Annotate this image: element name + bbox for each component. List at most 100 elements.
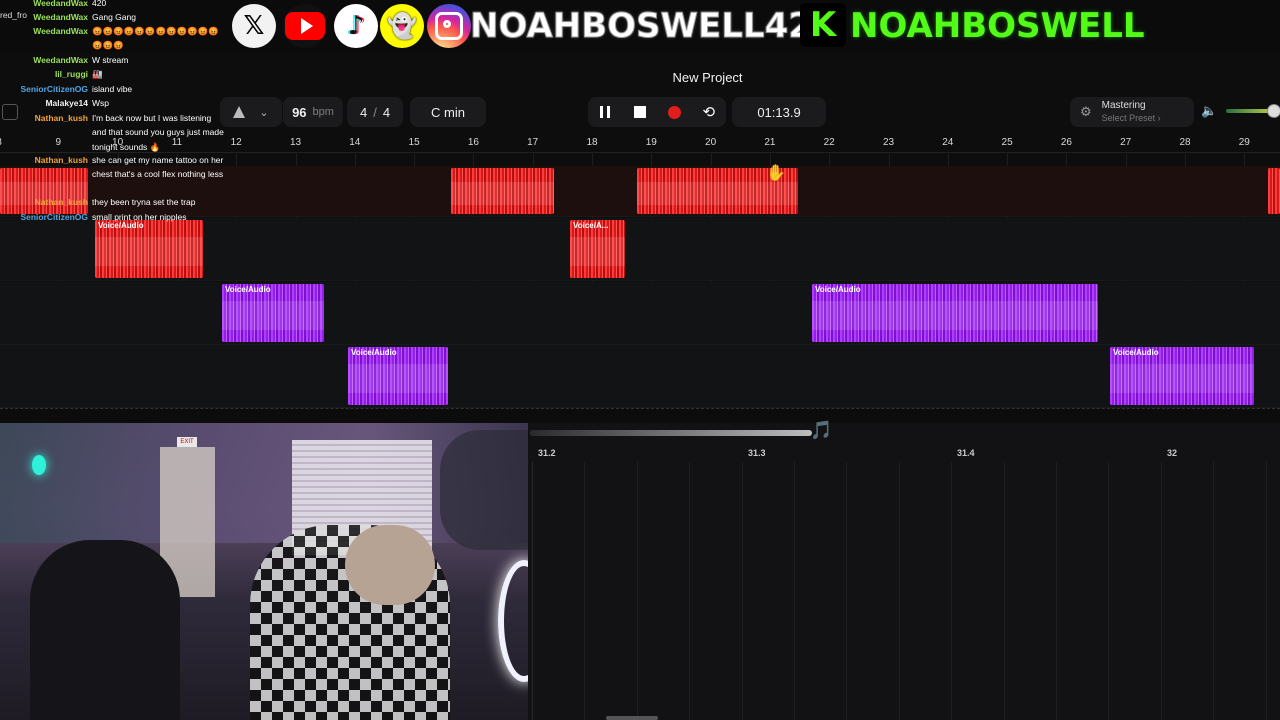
kick-handle: NOAHBOSWELL (850, 6, 1145, 46)
piano-roll-grid-line (1108, 462, 1109, 720)
chat-username[interactable]: SeniorCitizenOG (20, 82, 88, 96)
piano-roll-bar-label: 31.3 (748, 448, 766, 458)
ruler-tick-label: 21 (764, 137, 776, 148)
ruler-tick-label: 24 (942, 137, 954, 148)
piano-roll-bar-label: 31.4 (957, 448, 975, 458)
piano-roll-grid-line (1213, 462, 1214, 720)
time-signature-field[interactable]: 4 / 4 (347, 97, 403, 127)
beat-clip[interactable] (1268, 168, 1280, 214)
voice-audio-clip[interactable]: Voice/Audio (1110, 347, 1254, 405)
instagram-icon (427, 4, 471, 48)
ruler-tick-label: 27 (1120, 137, 1132, 148)
pause-button[interactable] (595, 102, 615, 122)
chat-text: W stream (92, 55, 129, 65)
chat-username[interactable]: Nathan_kush (35, 111, 88, 125)
ruler-tick-label: 17 (527, 137, 539, 148)
kick-icon: K (800, 3, 846, 47)
mastering-icon: ⚙ (1080, 104, 1092, 120)
ruler-tick-label: 14 (349, 137, 361, 148)
mastering-button[interactable]: ⚙ Mastering Select Preset › (1070, 97, 1194, 127)
piano-roll-grid-line (689, 462, 690, 720)
chat-username[interactable]: WeedandWax (33, 24, 88, 38)
key-value: C min (431, 104, 465, 120)
piano-roll-bar-label: 32 (1167, 448, 1178, 458)
hand-cursor-icon: ✋ (766, 163, 786, 182)
voice-audio-clip[interactable]: Voice/Audio (812, 284, 1098, 342)
instagram-handle: NOAHBOSWELL420 (470, 6, 837, 47)
loop-button[interactable]: ⟲ (699, 102, 719, 122)
timeline-divider (0, 408, 1280, 411)
clip-label: Voice/Audio (1113, 348, 1159, 357)
clip-label: Voice/Audio (98, 221, 144, 230)
time-display: 01:13.9 (732, 97, 826, 127)
chat-text: island vibe (92, 84, 133, 94)
piano-roll-grid-line (532, 462, 533, 720)
piano-roll-grid-line (1266, 462, 1267, 720)
chat-text: 420 (92, 0, 107, 8)
piano-roll-grid-line (637, 462, 638, 720)
webcam-person-head (345, 525, 435, 605)
volume-icon[interactable]: 🔈 (1201, 104, 1217, 119)
sig-top: 4 (359, 104, 368, 120)
piano-roll-grid-line (584, 462, 585, 720)
piano-roll-grid-line (1004, 462, 1005, 720)
chat-username[interactable]: SeniorCitizenOG (20, 210, 88, 224)
volume-knob[interactable] (1267, 104, 1280, 118)
chat-text: I'm back now but I was listening and tha… (92, 113, 224, 152)
clip-label: Voice/Audio (225, 285, 271, 294)
voice-audio-clip[interactable]: Voice/A... (570, 220, 625, 278)
clip-label: Voice/Audio (351, 348, 397, 357)
stop-button[interactable] (630, 102, 650, 122)
voice-audio-clip[interactable]: Voice/Audio (95, 220, 203, 278)
piano-roll-grid-line (951, 462, 952, 720)
metronome-icon (233, 106, 246, 118)
bottom-scrollbar-thumb[interactable] (606, 716, 658, 720)
track-lane-vocal-3[interactable] (0, 345, 1280, 408)
mastering-preset-link[interactable]: Select Preset › (1102, 112, 1161, 124)
transport-controls: ⟲ (588, 97, 726, 127)
piano-roll-grid-line (899, 462, 900, 720)
mastering-title: Mastering (1101, 100, 1146, 111)
piano-roll-bar-label: 31.2 (538, 448, 556, 458)
ruler-tick-label: 29 (1238, 137, 1250, 148)
piano-roll-scroll-thumb[interactable] (530, 430, 812, 436)
chat-text: 🏭 (92, 69, 103, 79)
piano-roll-grid-line (794, 462, 795, 720)
ruler-tick-label: 20 (705, 137, 717, 148)
piano-roll-grid-line (1056, 462, 1057, 720)
youtube-icon (283, 4, 327, 48)
chevron-down-icon[interactable]: ⌄ (259, 106, 268, 119)
chat-username[interactable]: WeedandWax (33, 53, 88, 67)
chat-text: she can get my name tattoo on her chest … (92, 155, 224, 180)
key-selector[interactable]: C min (410, 97, 486, 127)
snapchat-glyph: 👻 (387, 12, 417, 40)
voice-audio-clip[interactable]: Voice/Audio (348, 347, 448, 405)
ruler-tick-label: 16 (467, 137, 479, 148)
chat-text: Gang Gang (92, 12, 136, 22)
x-icon: 𝕏 (232, 4, 276, 48)
voice-audio-clip[interactable]: Voice/Audio (222, 284, 324, 342)
ruler-tick-label: 22 (823, 137, 835, 148)
webcam-light (32, 455, 46, 475)
sig-bottom: 4 (382, 104, 391, 120)
piano-roll-editor[interactable] (528, 423, 1280, 720)
add-note-icon[interactable]: 🎵 (810, 420, 832, 441)
chat-username[interactable]: WeedandWax (33, 10, 88, 24)
chat-username[interactable]: Nathan_kush (35, 153, 88, 167)
stream-chat: red_fro WeedandWax 420 WeedandWax Gang Gang W… (0, 0, 232, 225)
ruler-tick-label: 15 (408, 137, 420, 148)
ruler-tick-label: 12 (230, 137, 242, 148)
chat-username[interactable]: WeedandWax (33, 0, 88, 10)
bpm-field[interactable]: 96 bpm (283, 97, 343, 127)
webcam-wall-logo (440, 430, 530, 550)
chat-username[interactable]: Nathan_kush (35, 195, 88, 209)
ruler-tick-label: 19 (645, 137, 657, 148)
chat-username[interactable]: Malakye14 (45, 96, 88, 110)
record-button[interactable] (664, 102, 684, 122)
piano-roll-grid-line (1161, 462, 1162, 720)
tiktok-icon: ♪ (334, 4, 378, 48)
beat-clip[interactable] (451, 168, 554, 214)
chat-username[interactable]: lil_ruggi (55, 67, 88, 81)
chat-text: Wsp (92, 98, 109, 108)
chat-text: they been tryna set the trap (92, 197, 196, 207)
